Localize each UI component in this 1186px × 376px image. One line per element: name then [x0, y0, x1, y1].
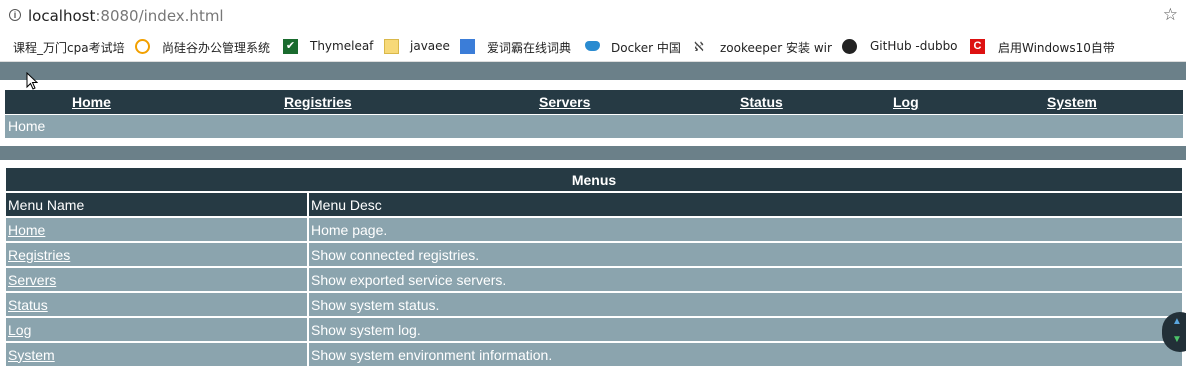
nav-bar: Home Registries Servers Status Log Syste…: [5, 90, 1183, 114]
table-row: Status Show system status.: [6, 293, 1182, 316]
menu-link-log[interactable]: Log: [8, 322, 31, 338]
zk-icon: ℵ: [694, 39, 704, 54]
separator-band: [0, 146, 1186, 160]
table-row: Home Home page.: [6, 218, 1182, 241]
menu-desc: Home page.: [309, 218, 1182, 241]
menu-desc: Show system status.: [309, 293, 1182, 316]
nav-system[interactable]: System: [1047, 94, 1097, 110]
menu-link-servers[interactable]: Servers: [8, 272, 56, 288]
arrow-down-icon[interactable]: ▼: [1172, 334, 1182, 345]
table-row: System Show system environment informati…: [6, 343, 1182, 366]
info-icon[interactable]: i: [9, 9, 21, 21]
table-row: Log Show system log.: [6, 318, 1182, 341]
nav-log[interactable]: Log: [893, 94, 919, 110]
col-header-name: Menu Name: [6, 193, 307, 216]
folder-icon: [384, 39, 399, 54]
menu-desc: Show exported service servers.: [309, 268, 1182, 291]
bookmark-7[interactable]: zookeeper 安装 wir: [720, 39, 832, 56]
table-row: Servers Show exported service servers.: [6, 268, 1182, 291]
check-icon: ✔: [283, 39, 298, 54]
arrow-up-icon[interactable]: ▲: [1172, 316, 1182, 327]
bookmark-3[interactable]: Thymeleaf: [310, 39, 373, 53]
menu-link-home[interactable]: Home: [8, 222, 45, 238]
url-text[interactable]: localhost:8080/index.html: [28, 7, 224, 25]
u-logo-icon: [135, 39, 150, 54]
docker-icon: [585, 41, 600, 51]
scroll-widget[interactable]: ▲ ▼: [1162, 312, 1186, 352]
bookmark-9[interactable]: 启用Windows10自带: [998, 39, 1115, 56]
menus-title: Menus: [6, 168, 1182, 191]
bookmark-4[interactable]: javaee: [410, 39, 450, 53]
nav-home[interactable]: Home: [72, 94, 111, 110]
bookmark-1[interactable]: 课程_万门cpa考试培: [13, 39, 125, 56]
menu-desc: Show system log.: [309, 318, 1182, 341]
bookmark-5[interactable]: 爱词霸在线词典: [487, 39, 571, 56]
url-path: :8080/index.html: [95, 7, 224, 25]
address-bar[interactable]: i localhost:8080/index.html ☆: [0, 0, 1186, 32]
menus-table: Menus Menu Name Menu Desc Home Home page…: [4, 166, 1184, 368]
page-content: Home Registries Servers Status Log Syste…: [0, 62, 1186, 376]
nav-servers[interactable]: Servers: [539, 94, 590, 110]
nav-registries[interactable]: Registries: [284, 94, 352, 110]
menu-link-status[interactable]: Status: [8, 297, 48, 313]
table-row: Registries Show connected registries.: [6, 243, 1182, 266]
dictionary-icon: [460, 39, 475, 54]
menu-desc: Show connected registries.: [309, 243, 1182, 266]
breadcrumb: Home: [5, 115, 1183, 138]
c-logo-icon: C: [970, 39, 985, 54]
bookmark-6[interactable]: Docker 中国: [611, 39, 681, 56]
menu-desc: Show system environment information.: [309, 343, 1182, 366]
top-band: [0, 62, 1186, 80]
star-icon[interactable]: ☆: [1163, 5, 1178, 25]
menu-link-registries[interactable]: Registries: [8, 247, 70, 263]
cursor-icon: [26, 72, 38, 90]
bookmarks-bar: 课程_万门cpa考试培 尚硅谷办公管理系统 ✔ Thymeleaf javaee…: [0, 32, 1186, 62]
bookmark-2[interactable]: 尚硅谷办公管理系统: [162, 39, 270, 56]
nav-status[interactable]: Status: [740, 94, 783, 110]
url-host: localhost: [28, 7, 96, 25]
menu-link-system[interactable]: System: [8, 347, 55, 363]
github-icon: [842, 39, 857, 54]
bookmark-8[interactable]: GitHub -dubbo: [870, 39, 958, 53]
col-header-desc: Menu Desc: [309, 193, 1182, 216]
